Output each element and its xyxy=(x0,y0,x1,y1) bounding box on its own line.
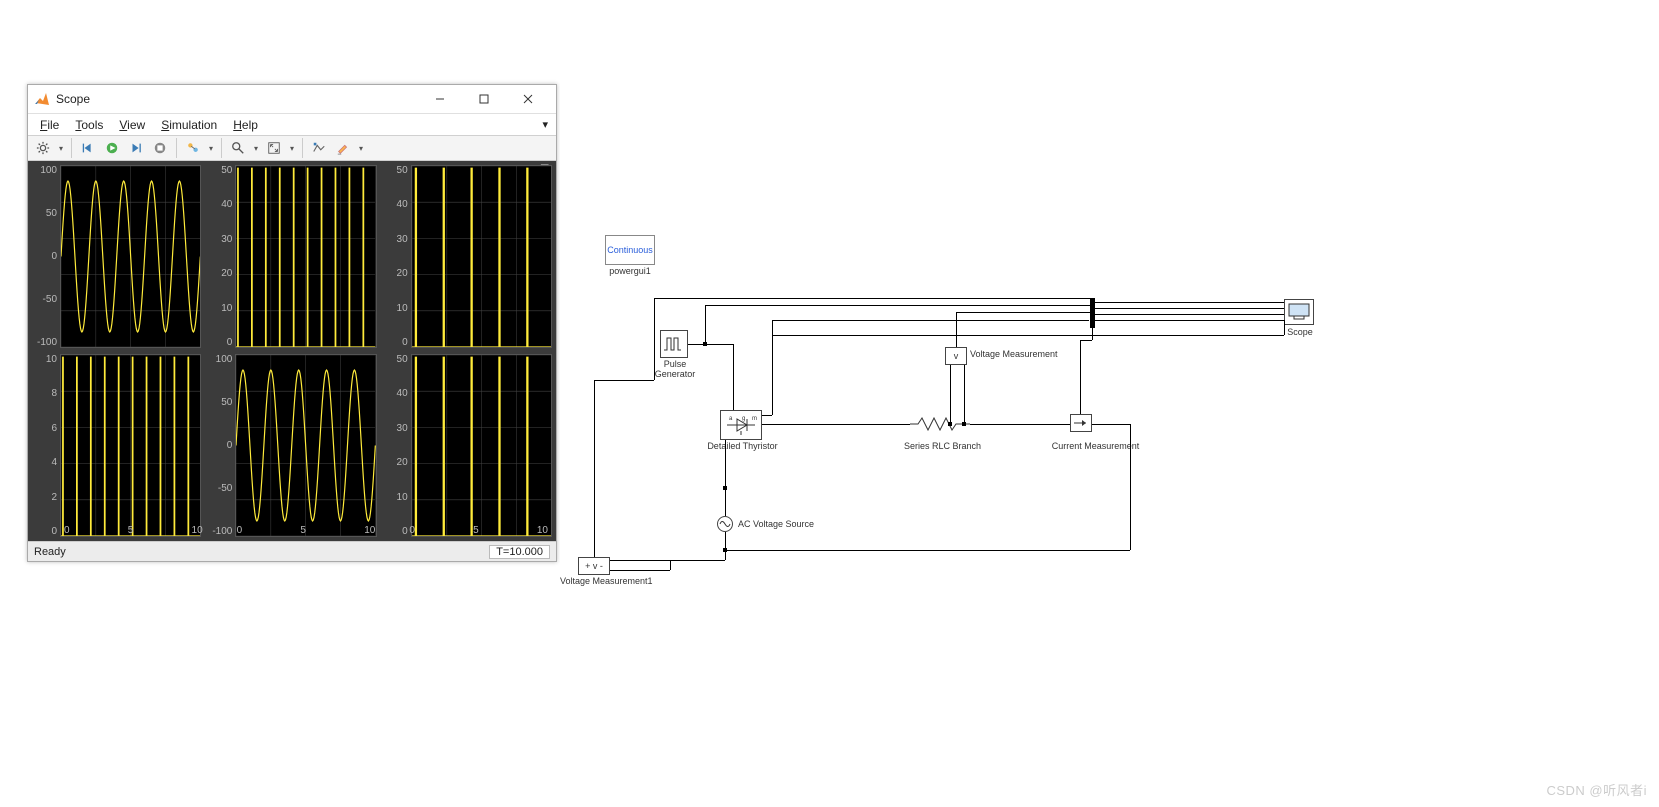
window-title: Scope xyxy=(56,92,90,106)
plot-grid: ◧ 100 50 0 -50 -100 50 40 30 20 10 0 xyxy=(28,161,556,541)
cursor-measure-icon xyxy=(312,141,326,155)
menu-view[interactable]: View xyxy=(111,116,153,134)
svg-text:a: a xyxy=(729,416,733,422)
svg-text:+ v -: + v - xyxy=(585,561,603,571)
block-scope[interactable] xyxy=(1284,299,1314,325)
plot-2-trace xyxy=(236,166,375,347)
play-icon xyxy=(105,141,119,155)
plot-1-trace xyxy=(61,166,200,347)
close-icon xyxy=(523,94,533,104)
run-button[interactable] xyxy=(101,137,123,159)
vmeas1-icon: + v - xyxy=(580,559,608,573)
svg-text:g: g xyxy=(742,416,745,422)
y-axis-ticks: 10 8 6 4 2 0 xyxy=(32,354,60,537)
plot-1[interactable]: 100 50 0 -50 -100 xyxy=(32,165,201,348)
block-powergui[interactable]: Continuous xyxy=(605,235,655,265)
close-button[interactable] xyxy=(506,85,550,113)
highlight-button[interactable] xyxy=(332,137,354,159)
plot-6[interactable]: 50 40 30 20 10 0 xyxy=(383,354,552,537)
settings-dropdown-icon[interactable]: ▾ xyxy=(56,144,66,153)
plot-5[interactable]: 100 50 0 -50 -100 xyxy=(207,354,376,537)
step-back-icon xyxy=(81,141,95,155)
plot-5-trace xyxy=(236,355,375,536)
menu-file[interactable]: File xyxy=(32,116,67,134)
simulink-canvas[interactable]: Continuous powergui1 Pulse Generator + v… xyxy=(560,80,1640,740)
label-scope: Scope xyxy=(1280,328,1320,338)
maximize-icon xyxy=(479,94,489,104)
stop-button[interactable] xyxy=(149,137,171,159)
plot-3-trace xyxy=(412,166,551,347)
imeas-icon xyxy=(1072,416,1090,430)
ac-source-icon xyxy=(719,518,731,530)
resistor-icon xyxy=(910,416,970,432)
highlight-icon xyxy=(336,141,350,155)
autoscale-dropdown-icon[interactable]: ▾ xyxy=(287,144,297,153)
step-back-button[interactable] xyxy=(77,137,99,159)
block-pulse-generator[interactable] xyxy=(660,330,688,358)
menu-tools[interactable]: Tools xyxy=(67,116,111,134)
plot-2[interactable]: 50 40 30 20 10 0 xyxy=(207,165,376,348)
trigger-icon xyxy=(186,141,200,155)
menubar: File Tools View Simulation Help ▾ xyxy=(28,113,556,135)
y-axis-ticks: 50 40 30 20 10 0 xyxy=(383,165,411,348)
trigger-dropdown-icon[interactable]: ▾ xyxy=(206,144,216,153)
scope-block-icon xyxy=(1287,302,1311,322)
plot-6-trace xyxy=(412,355,551,536)
thyristor-icon: a g m xyxy=(723,413,759,437)
minimize-button[interactable] xyxy=(418,85,462,113)
settings-button[interactable] xyxy=(32,137,54,159)
y-axis-ticks: 50 40 30 20 10 0 xyxy=(383,354,411,537)
block-current-measurement[interactable] xyxy=(1070,414,1092,432)
maximize-button[interactable] xyxy=(462,85,506,113)
status-time: T=10.000 xyxy=(489,545,550,559)
menu-help[interactable]: Help xyxy=(225,116,266,134)
zoom-icon xyxy=(231,141,245,155)
block-ac-voltage-source[interactable] xyxy=(717,516,733,532)
titlebar[interactable]: Scope xyxy=(28,85,556,113)
menu-simulation[interactable]: Simulation xyxy=(153,116,225,134)
plot-3[interactable]: 50 40 30 20 10 0 xyxy=(383,165,552,348)
watermark: CSDN @听风者i xyxy=(1546,780,1647,799)
svg-text:m: m xyxy=(752,416,757,422)
label-detailed-thyristor: Detailed Thyristor xyxy=(705,442,780,452)
highlight-dropdown-icon[interactable]: ▾ xyxy=(356,144,366,153)
scope-window: Scope File Tools View Simulation Help ▾ … xyxy=(27,84,557,562)
y-axis-ticks: 50 40 30 20 10 0 xyxy=(207,165,235,348)
zoom-button[interactable] xyxy=(227,137,249,159)
label-voltage-measurement: Voltage Measurement xyxy=(970,350,1070,360)
svg-text:v: v xyxy=(954,351,959,361)
block-detailed-thyristor[interactable]: a g m xyxy=(720,410,762,440)
label-series-rlc-branch: Series RLC Branch xyxy=(895,442,990,452)
autoscale-icon xyxy=(267,141,281,155)
plot-4[interactable]: 10 8 6 4 2 0 xyxy=(32,354,201,537)
label-voltage-measurement-1: Voltage Measurement1 xyxy=(560,577,650,587)
stop-icon xyxy=(153,141,167,155)
y-axis-ticks: 100 50 0 -50 -100 xyxy=(32,165,60,348)
label-ac-voltage-source: AC Voltage Source xyxy=(738,520,828,530)
cursor-button[interactable] xyxy=(308,137,330,159)
step-forward-button[interactable] xyxy=(125,137,147,159)
zoom-dropdown-icon[interactable]: ▾ xyxy=(251,144,261,153)
status-ready: Ready xyxy=(34,546,66,558)
block-voltage-measurement-1[interactable]: + v - xyxy=(578,557,610,575)
label-powergui: powergui1 xyxy=(605,267,655,277)
vmeas-icon: v xyxy=(947,349,965,363)
block-voltage-measurement[interactable]: v xyxy=(945,347,967,365)
statusbar: Ready T=10.000 xyxy=(28,541,556,561)
menu-overflow-icon[interactable]: ▾ xyxy=(542,118,552,131)
label-current-measurement: Current Measurement xyxy=(1048,442,1143,452)
plot-4-trace xyxy=(61,355,200,536)
y-axis-ticks: 100 50 0 -50 -100 xyxy=(207,354,235,537)
matlab-app-icon xyxy=(34,91,50,107)
toolbar: ▾ ▾ ▾ ▾ ▾ xyxy=(28,135,556,161)
autoscale-button[interactable] xyxy=(263,137,285,159)
x-axis-ticks: 0510 0510 0510 xyxy=(36,525,548,538)
pulse-icon xyxy=(663,335,685,353)
trigger-button[interactable] xyxy=(182,137,204,159)
minimize-icon xyxy=(435,94,445,104)
block-series-rlc-branch[interactable] xyxy=(910,416,970,432)
step-forward-icon xyxy=(129,141,143,155)
gear-icon xyxy=(36,141,50,155)
